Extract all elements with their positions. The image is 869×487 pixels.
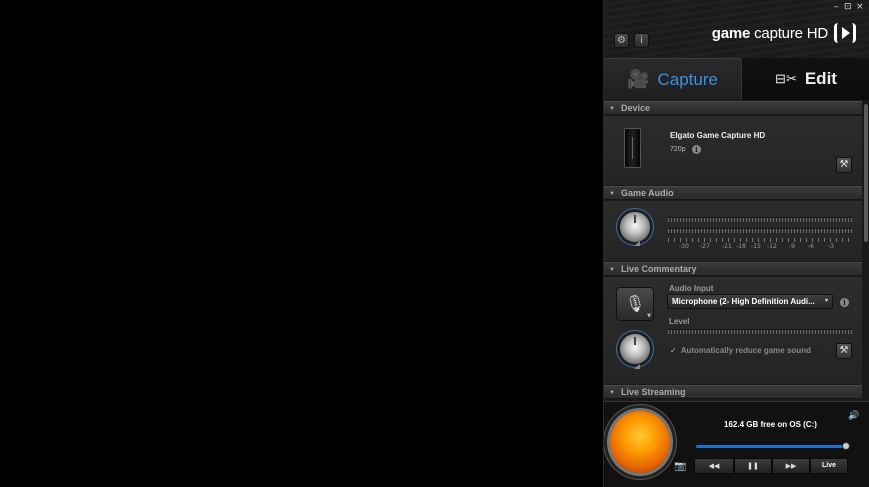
collapse-arrow-icon: ▼ [609,106,615,112]
options-dot-icon: · [825,346,828,355]
meter-scale-label: -6 [808,243,814,250]
device-settings-button[interactable]: ⚒ [836,157,852,173]
commentary-settings-button[interactable]: ⚒ [836,343,852,359]
scrollbar[interactable] [862,100,869,400]
gear-icon: ⚙ [617,35,626,46]
control-panel: – ⊡ × ⚙ i game capture HD 🎥 Capture ⊟✂ E… [603,0,869,487]
audio-input-label: Audio Input [669,284,714,293]
play-bracket-icon [834,23,856,43]
checkmark-icon: ✓ [670,346,677,355]
record-button[interactable] [610,411,670,473]
tools-icon: ⚒ [839,345,849,356]
meter-scale-label: -27 [700,243,710,250]
meter-scale-label: -3 [828,243,834,250]
auto-reduce-checkbox[interactable]: ✓ Automatically reduce game sound [670,346,811,355]
storage-status: 162.4 GB free on OS (C:) [724,420,817,429]
speaker-icon[interactable]: 🔊 [848,411,859,421]
collapse-arrow-icon: ▼ [609,390,615,396]
tab-edit-label: Edit [804,69,837,88]
camera-operator-icon: 🎥 [627,69,650,89]
meter-scale-label: -9 [789,243,795,250]
volume-indicator-icon [634,241,640,246]
section-header-live-streaming[interactable]: ▼ Live Streaming [604,385,862,399]
commentary-level-meter [668,329,852,334]
device-image [624,128,641,168]
microphone-icon: 🎙 [624,294,646,313]
section-header-game-audio[interactable]: ▼ Game Audio [604,186,862,200]
app-logo: game capture HD [711,25,828,42]
collapse-arrow-icon: ▼ [609,267,615,273]
scrollbar-thumb[interactable] [864,104,868,242]
meter-scale-label: -18 [736,243,746,250]
recording-controls: 162.4 GB free on OS (C:) 🔊 📷 ◀◀ ❚❚ ▶▶ Li… [604,401,869,487]
chevron-down-icon: ▾ [824,298,828,304]
live-button[interactable]: Live [810,458,848,474]
device-resolution: 720p [670,146,686,153]
section-header-live-commentary[interactable]: ▼ Live Commentary [604,262,862,276]
meter-ticks [668,238,852,242]
close-button[interactable]: × [856,2,864,12]
mode-tabs: 🎥 Capture ⊟✂ Edit [604,58,869,100]
dropdown-arrow-icon: ▼ [647,313,651,319]
collapse-arrow-icon: ▼ [609,191,615,197]
timeline-scrubber[interactable] [842,442,850,450]
tab-capture-label: Capture [657,69,718,89]
game-audio-meter-left [668,217,852,222]
forward-button[interactable]: ▶▶ [772,458,810,474]
meter-scale-label: -30 [679,243,689,250]
volume-indicator-icon [634,364,640,369]
scissors-edit-icon: ⊟✂ [775,71,797,86]
header: – ⊡ × ⚙ i game capture HD [604,0,869,58]
settings-button[interactable]: ⚙ [614,33,629,48]
tab-edit[interactable]: ⊟✂ Edit [741,58,869,100]
pause-button[interactable]: ❚❚ [734,458,772,474]
device-name: Elgato Game Capture HD [670,131,766,140]
capture-preview [0,0,603,487]
microphone-button[interactable]: 🎙 ▼ [616,287,654,321]
timeline-track[interactable] [696,445,848,448]
audio-input-info-icon[interactable]: i [840,298,849,307]
info-button[interactable]: i [634,33,649,48]
commentary-volume-knob[interactable] [620,334,650,364]
game-audio-meter-right [668,228,852,233]
restore-button[interactable]: ⊡ [844,2,852,12]
meter-scale-label: -21 [722,243,732,250]
tab-capture[interactable]: 🎥 Capture [604,58,741,100]
audio-input-select[interactable]: Microphone (2- High Definition Audi... ▾ [667,294,833,309]
game-volume-knob[interactable] [620,212,650,242]
info-icon: i [640,35,643,46]
resolution-info-icon[interactable]: i [692,145,701,154]
meter-scale-label: -12 [767,243,777,250]
device-panel [604,116,862,185]
tools-icon: ⚒ [839,159,849,170]
minimize-button[interactable]: – [834,2,839,12]
section-header-device[interactable]: ▼ Device [604,101,862,115]
rewind-button[interactable]: ◀◀ [694,458,734,474]
meter-scale-label: -15 [751,243,761,250]
level-label: Level [669,317,690,326]
screenshot-camera-icon[interactable]: 📷 [674,461,686,472]
